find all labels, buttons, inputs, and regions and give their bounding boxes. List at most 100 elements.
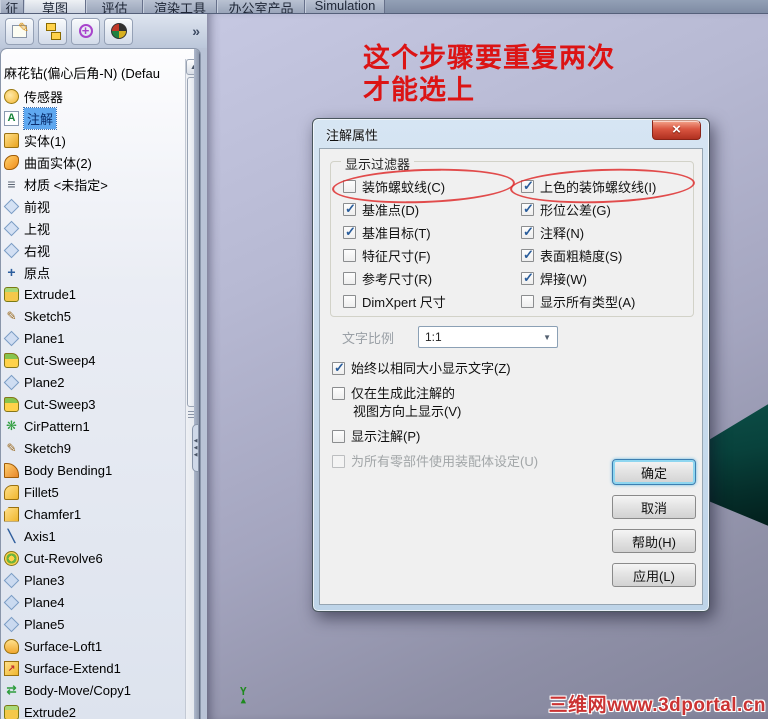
filter-column-left: 装饰螺蚊线(C) 基准点(D) 基准目标(T) 特征尺寸(F) bbox=[343, 175, 511, 313]
command-tab[interactable]: 评估 bbox=[86, 0, 143, 13]
tree-item-label: Plane4 bbox=[24, 594, 65, 610]
tree-item-label: 前视 bbox=[24, 199, 51, 215]
annotation-properties-button[interactable] bbox=[5, 17, 34, 45]
tree-item[interactable]: Cut-Sweep4 bbox=[1, 349, 185, 371]
checkbox[interactable] bbox=[521, 270, 534, 286]
tree-item[interactable]: 右视 bbox=[1, 239, 185, 261]
filter-checkbox-row[interactable]: 表面粗糙度(S) bbox=[521, 244, 691, 267]
filter-checkbox-row[interactable]: 基准目标(T) bbox=[343, 221, 511, 244]
plane-icon bbox=[4, 221, 19, 236]
option-checkbox-row[interactable]: 显示注解(P) bbox=[332, 428, 622, 446]
tree-item[interactable]: Chamfer1 bbox=[1, 503, 185, 525]
tree-item[interactable]: 传感器 bbox=[1, 85, 185, 107]
crosshair-icon bbox=[78, 24, 93, 38]
tree-item-label: Surface-Loft1 bbox=[24, 638, 103, 654]
filter-checkbox-row[interactable]: 装饰螺蚊线(C) bbox=[343, 175, 511, 198]
tree-item[interactable]: Extrude1 bbox=[1, 283, 185, 305]
tree-item-label: Extrude1 bbox=[24, 286, 77, 302]
filter-checkbox-row[interactable]: 显示所有类型(A) bbox=[521, 290, 691, 313]
sensors-icon bbox=[4, 88, 19, 104]
checkbox[interactable] bbox=[521, 178, 534, 194]
tree-item[interactable]: Plane1 bbox=[1, 327, 185, 349]
dialog-button[interactable]: 帮助(H) bbox=[612, 529, 696, 553]
tree-item-label: Surface-Extend1 bbox=[24, 660, 121, 676]
close-button[interactable]: × bbox=[652, 120, 701, 140]
text-scale-dropdown[interactable]: 1:1 ▼ bbox=[418, 326, 558, 348]
hierarchy-button[interactable] bbox=[38, 17, 67, 45]
tree-root-item[interactable]: 麻花钻(偏心后角-N) (Defau bbox=[4, 63, 185, 82]
tree-item[interactable]: Plane3 bbox=[1, 569, 185, 591]
filter-checkbox-row[interactable]: 焊接(W) bbox=[521, 267, 691, 290]
tree-item[interactable]: 注解 bbox=[1, 106, 185, 130]
option-checkbox-row[interactable]: 为所有零部件使用装配体设定(U) bbox=[332, 453, 622, 471]
checkbox[interactable] bbox=[343, 180, 356, 193]
command-tab[interactable]: 征 bbox=[0, 0, 24, 13]
dialog-button[interactable]: 取消 bbox=[612, 495, 696, 519]
tree-item[interactable]: 原点 bbox=[1, 261, 185, 283]
dialog-buttons: 确定 取消 帮助(H) 应用(L) bbox=[612, 459, 696, 587]
tree-item[interactable]: Body-Move/Copy1 bbox=[1, 679, 185, 701]
checkbox[interactable] bbox=[332, 455, 345, 468]
tree-item[interactable]: CirPattern1 bbox=[1, 415, 185, 437]
checkbox[interactable] bbox=[332, 430, 345, 443]
tree-item[interactable]: Plane5 bbox=[1, 613, 185, 635]
filter-checkbox-row[interactable]: 参考尺寸(R) bbox=[343, 267, 511, 290]
option-checkbox-row[interactable]: 仅在生成此注解的 视图方向上显示(V) bbox=[332, 385, 622, 421]
checkbox[interactable] bbox=[343, 295, 356, 308]
tree-item[interactable]: Cut-Sweep3 bbox=[1, 393, 185, 415]
command-tab[interactable]: 草图 bbox=[24, 0, 86, 13]
checkbox[interactable] bbox=[343, 224, 356, 240]
extrude-icon bbox=[4, 704, 19, 719]
appearance-button[interactable] bbox=[104, 17, 133, 45]
checkbox[interactable] bbox=[343, 272, 356, 285]
filter-checkbox-row[interactable]: 形位公差(G) bbox=[521, 198, 691, 221]
command-tab[interactable]: Simulation bbox=[305, 0, 385, 13]
plane-icon bbox=[4, 243, 19, 258]
cut-sweep-icon bbox=[4, 352, 19, 368]
feature-manager-panel: » 麻花钻(偏心后角-N) (Defau 传感器 注解 实体(1) bbox=[0, 14, 207, 719]
tree-item[interactable]: Body Bending1 bbox=[1, 459, 185, 481]
option-checkbox-row[interactable]: 始终以相同大小显示文字(Z) bbox=[332, 360, 622, 378]
tree-item[interactable]: Extrude2 bbox=[1, 701, 185, 719]
tree-item[interactable]: Sketch9 bbox=[1, 437, 185, 459]
dialog-button[interactable]: 确定 bbox=[612, 459, 696, 485]
tree-item-label: Body-Move/Copy1 bbox=[24, 682, 131, 698]
panel-divider[interactable]: ◀ ◀ ◀ bbox=[192, 49, 200, 719]
checkbox[interactable] bbox=[521, 247, 534, 263]
checkbox[interactable] bbox=[343, 249, 356, 262]
checkbox[interactable] bbox=[332, 360, 345, 376]
command-tab[interactable]: 办公室产品 bbox=[217, 0, 305, 13]
chamfer-icon bbox=[4, 506, 19, 522]
tree-item[interactable]: Surface-Extend1 bbox=[1, 657, 185, 679]
tree-item[interactable]: Cut-Revolve6 bbox=[1, 547, 185, 569]
checkbox[interactable] bbox=[521, 201, 534, 217]
checkbox[interactable] bbox=[521, 295, 534, 308]
tree-item[interactable]: 前视 bbox=[1, 195, 185, 217]
filter-checkbox-row[interactable]: 上色的装饰螺纹线(I) bbox=[521, 175, 691, 198]
filter-checkbox-row[interactable]: DimXpert 尺寸 bbox=[343, 290, 511, 313]
command-tab[interactable]: 渲染工具 bbox=[143, 0, 217, 13]
tree-item[interactable]: Surface-Loft1 bbox=[1, 635, 185, 657]
target-button[interactable] bbox=[71, 17, 100, 45]
panel-collapse-handle[interactable]: ◀ ◀ ◀ bbox=[192, 424, 199, 472]
tree-item[interactable]: Axis1 bbox=[1, 525, 185, 547]
tree-item-label: Extrude2 bbox=[24, 704, 77, 719]
tree-item[interactable]: 实体(1) bbox=[1, 129, 185, 151]
checkbox[interactable] bbox=[521, 224, 534, 240]
dialog-button[interactable]: 应用(L) bbox=[612, 563, 696, 587]
group-title: 显示过滤器 bbox=[341, 154, 415, 173]
tree-item[interactable]: Sketch5 bbox=[1, 305, 185, 327]
tree-item[interactable]: 材质 <未指定> bbox=[1, 173, 185, 195]
checkbox[interactable] bbox=[343, 201, 356, 217]
tree-item[interactable]: Fillet5 bbox=[1, 481, 185, 503]
filter-checkbox-row[interactable]: 注释(N) bbox=[521, 221, 691, 244]
tree-items: 传感器 注解 实体(1) 曲面实体(2) 材质 <未指定> bbox=[1, 85, 185, 719]
tree-item[interactable]: Plane4 bbox=[1, 591, 185, 613]
tree-item[interactable]: 曲面实体(2) bbox=[1, 151, 185, 173]
toolbar-overflow-chevron[interactable]: » bbox=[192, 23, 200, 39]
filter-checkbox-row[interactable]: 基准点(D) bbox=[343, 198, 511, 221]
checkbox[interactable] bbox=[332, 387, 345, 400]
tree-item[interactable]: Plane2 bbox=[1, 371, 185, 393]
tree-item[interactable]: 上视 bbox=[1, 217, 185, 239]
filter-checkbox-row[interactable]: 特征尺寸(F) bbox=[343, 244, 511, 267]
